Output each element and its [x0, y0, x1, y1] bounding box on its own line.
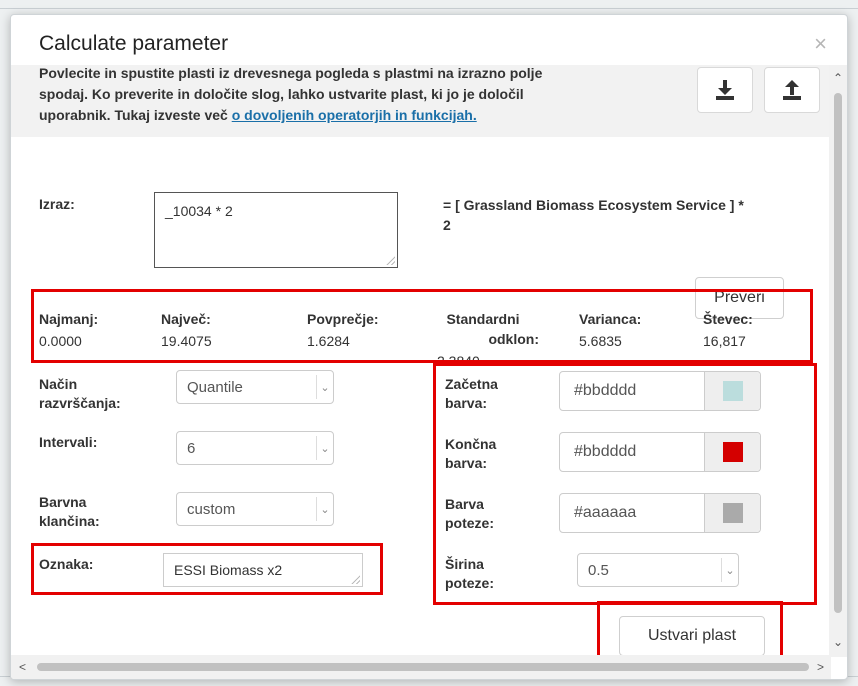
download-button[interactable]	[697, 67, 753, 113]
stat-std-value: 2.3840	[437, 353, 480, 369]
chevron-down-icon: ⌄	[316, 375, 333, 399]
color-swatch	[722, 503, 743, 523]
layer-label-input[interactable]: ESSI Biomass x2	[163, 553, 363, 587]
stat-std-label-line: odklon:	[488, 331, 539, 347]
select-value: 0.5	[588, 561, 609, 579]
chevron-down-icon: ⌄	[316, 497, 333, 521]
stroke-color-label: Barva poteze:	[445, 495, 494, 533]
scroll-left-icon[interactable]: <	[19, 660, 26, 674]
stroke-color-input[interactable]: #aaaaaa	[559, 493, 761, 533]
label-line: Barvna	[39, 494, 87, 510]
label-line: Način	[39, 376, 78, 392]
label-line: Barva	[445, 496, 484, 512]
stat-mean-label: Povprečje:	[307, 311, 379, 327]
expression-result-line: = [ Grassland Biomass Ecosystem Service …	[443, 197, 744, 213]
intervals-label: Intervali:	[39, 434, 98, 450]
stat-variance-value: 5.6835	[579, 333, 622, 349]
calculate-parameter-dialog: Calculate parameter × Povlecite in spust…	[10, 14, 848, 680]
select-value: Quantile	[187, 378, 243, 396]
resize-grip-icon[interactable]	[386, 256, 395, 265]
label-line: barva:	[445, 455, 488, 471]
expression-label: Izraz:	[39, 196, 75, 212]
scroll-right-icon[interactable]: >	[817, 660, 824, 674]
label-line: poteze:	[445, 515, 494, 531]
label-line: Začetna	[445, 376, 498, 392]
intro-line-prefix: uporabnik. Tukaj izveste več	[39, 107, 232, 123]
upload-icon	[783, 80, 801, 100]
intro-text: Povlecite in spustite plasti iz drevesne…	[39, 65, 689, 126]
create-layer-button[interactable]: Ustvari plast	[619, 616, 765, 656]
intro-line: spodaj. Ko preverite in določite slog, l…	[39, 86, 524, 102]
resize-grip-icon[interactable]	[351, 575, 360, 584]
close-icon[interactable]: ×	[814, 31, 827, 57]
stat-variance-label: Varianca:	[579, 311, 642, 327]
stat-std-label: Standardni odklon:	[427, 309, 539, 349]
classification-method-label: Način razvrščanja:	[39, 375, 121, 413]
color-ramp-label: Barvna klančina:	[39, 493, 100, 531]
intro-line: Povlecite in spustite plasti iz drevesne…	[39, 65, 543, 81]
intro-line: uporabnik. Tukaj izveste več o dovoljeni…	[39, 105, 689, 126]
vertical-scroll-thumb[interactable]	[834, 93, 842, 613]
expression-value: _10034 * 2	[165, 203, 233, 219]
stat-count-label: Števec:	[703, 311, 753, 327]
dialog-content: Povlecite in spustite plasti iz drevesne…	[11, 65, 831, 657]
color-swatch	[722, 442, 743, 462]
stat-max-value: 19.4075	[161, 333, 212, 349]
operators-help-link[interactable]: o dovoljenih operatorjih in funkcijah.	[232, 107, 477, 123]
scroll-down-icon[interactable]: ⌄	[833, 635, 843, 649]
expression-input[interactable]: _10034 * 2	[154, 192, 398, 268]
end-color-picker[interactable]	[704, 433, 760, 471]
label-line: Končna	[445, 436, 497, 452]
color-value: #bbdddd	[574, 382, 637, 399]
end-color-input[interactable]: #bbdddd	[559, 432, 761, 472]
start-color-input[interactable]: #bbdddd	[559, 371, 761, 411]
intervals-select[interactable]: 6 ⌄	[176, 431, 334, 465]
label-line: barva:	[445, 395, 488, 411]
map-road	[0, 8, 858, 9]
chevron-down-icon: ⌄	[316, 436, 333, 460]
chevron-down-icon: ⌄	[721, 558, 738, 582]
expression-result-line: 2	[443, 217, 451, 233]
start-color-picker[interactable]	[704, 372, 760, 410]
upload-button[interactable]	[764, 67, 820, 113]
layer-label-label: Oznaka:	[39, 556, 94, 572]
label-line: razvrščanja:	[39, 395, 121, 411]
color-ramp-select[interactable]: custom ⌄	[176, 492, 334, 526]
scroll-up-icon[interactable]: ⌃	[833, 71, 843, 85]
download-icon	[716, 80, 734, 100]
horizontal-scroll-thumb[interactable]	[37, 663, 809, 671]
layer-label-value: ESSI Biomass x2	[174, 562, 283, 578]
stat-count-value: 16,817	[703, 333, 746, 349]
end-color-label: Končna barva:	[445, 435, 496, 473]
stat-min-value: 0.0000	[39, 333, 82, 349]
stat-std-label-line: Standardni	[446, 311, 520, 327]
intro-panel: Povlecite in spustite plasti iz drevesne…	[11, 65, 831, 137]
color-value: #bbdddd	[574, 443, 637, 460]
stat-mean-value: 1.6284	[307, 333, 350, 349]
label-line: klančina:	[39, 513, 100, 529]
color-value: #aaaaaa	[574, 504, 637, 521]
stat-max-label: Največ:	[161, 311, 211, 327]
label-line: poteze:	[445, 575, 494, 591]
select-value: 6	[187, 439, 196, 457]
classification-method-select[interactable]: Quantile ⌄	[176, 370, 334, 404]
stat-min-label: Najmanj:	[39, 311, 99, 327]
dialog-title: Calculate parameter	[39, 32, 229, 55]
label-line: Širina	[445, 556, 484, 572]
vertical-scrollbar[interactable]: ⌃ ⌄	[829, 65, 847, 657]
start-color-label: Začetna barva:	[445, 375, 498, 413]
expression-result: = [ Grassland Biomass Ecosystem Service …	[443, 195, 813, 235]
select-value: custom	[187, 500, 236, 518]
horizontal-scrollbar[interactable]: < >	[11, 655, 831, 679]
stroke-color-picker[interactable]	[704, 494, 760, 532]
stroke-width-label: Širina poteze:	[445, 555, 494, 593]
stroke-width-select[interactable]: 0.5 ⌄	[577, 553, 739, 587]
color-swatch	[722, 381, 743, 401]
